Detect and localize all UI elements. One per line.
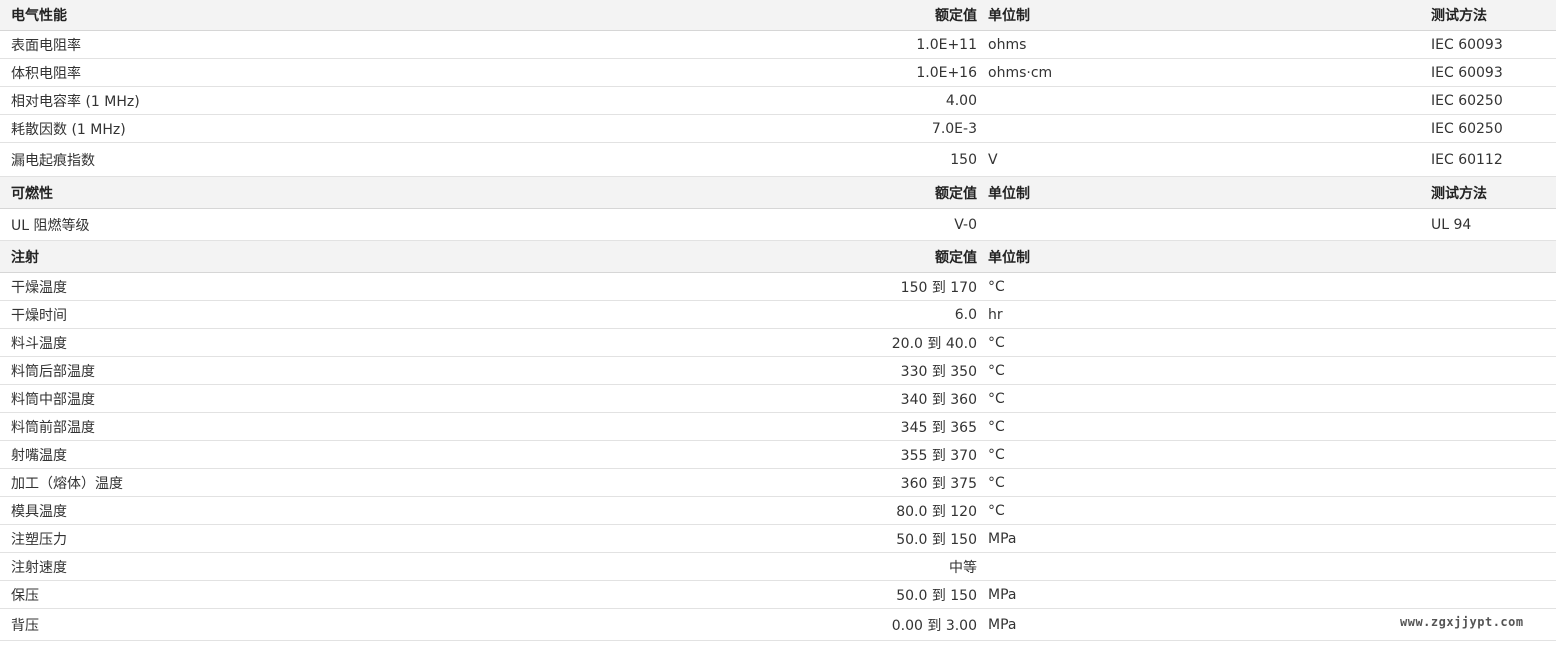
table-row: 料斗温度 20.0 到 40.0 °C bbox=[0, 329, 1556, 357]
table-row: 注塑压力 50.0 到 150 MPa bbox=[0, 525, 1556, 553]
property-name: 背压 bbox=[11, 617, 39, 634]
property-unit: °C bbox=[988, 390, 1005, 407]
test-method: UL 94 bbox=[1431, 216, 1472, 233]
table-row: 相对电容率 (1 MHz) 4.00 IEC 60250 bbox=[0, 87, 1556, 115]
test-method: IEC 60093 bbox=[1431, 64, 1503, 81]
table-row: 体积电阻率 1.0E+16 ohms·cm IEC 60093 bbox=[0, 59, 1556, 87]
property-value: 7.0E-3 bbox=[931, 120, 977, 137]
property-value: 340 到 360 bbox=[900, 391, 977, 408]
property-value: 150 到 170 bbox=[900, 279, 977, 296]
table-row: 漏电起痕指数 150 V IEC 60112 bbox=[0, 143, 1556, 177]
property-name: UL 阻燃等级 bbox=[11, 217, 90, 234]
section-title: 电气性能 bbox=[11, 8, 67, 24]
property-unit: °C bbox=[988, 362, 1005, 379]
property-unit: °C bbox=[988, 502, 1005, 519]
column-header-test: 测试方法 bbox=[1431, 185, 1487, 202]
property-value: 20.0 到 40.0 bbox=[891, 335, 977, 352]
table-row: 模具温度 80.0 到 120 °C bbox=[0, 497, 1556, 525]
property-unit: MPa bbox=[988, 586, 1017, 603]
property-value: 中等 bbox=[949, 559, 977, 576]
property-value: 6.0 bbox=[954, 306, 977, 323]
property-value: 360 到 375 bbox=[900, 475, 977, 492]
column-header-test: 测试方法 bbox=[1431, 8, 1487, 24]
property-unit: °C bbox=[988, 446, 1005, 463]
section-title: 可燃性 bbox=[11, 185, 53, 202]
property-value: 50.0 到 150 bbox=[896, 587, 977, 604]
property-value: 150 bbox=[950, 151, 977, 168]
property-value: 0.00 到 3.00 bbox=[891, 617, 977, 634]
property-name: 射嘴温度 bbox=[11, 447, 67, 464]
property-unit: V bbox=[988, 151, 998, 168]
test-method: IEC 60250 bbox=[1431, 120, 1503, 137]
property-unit: °C bbox=[988, 418, 1005, 435]
column-header-value: 额定值 bbox=[935, 185, 977, 202]
property-name: 耗散因数 (1 MHz) bbox=[11, 121, 126, 138]
column-header-unit: 单位制 bbox=[988, 8, 1030, 24]
property-value: 80.0 到 120 bbox=[896, 503, 977, 520]
property-name: 料筒中部温度 bbox=[11, 391, 95, 408]
section-header-injection: 注射 额定值 单位制 bbox=[0, 241, 1556, 273]
column-header-unit: 单位制 bbox=[988, 185, 1030, 202]
table-row: 耗散因数 (1 MHz) 7.0E-3 IEC 60250 bbox=[0, 115, 1556, 143]
section-title: 注射 bbox=[11, 249, 39, 266]
property-unit: ohms·cm bbox=[988, 64, 1053, 81]
property-name: 料筒前部温度 bbox=[11, 419, 95, 436]
test-method: IEC 60093 bbox=[1431, 36, 1503, 53]
property-name: 料斗温度 bbox=[11, 335, 67, 352]
property-unit: °C bbox=[988, 278, 1005, 295]
property-unit: MPa bbox=[988, 530, 1017, 547]
properties-table: 电气性能 额定值 单位制 测试方法 表面电阻率 1.0E+11 ohms IEC… bbox=[0, 0, 1556, 641]
table-row: 料筒中部温度 340 到 360 °C bbox=[0, 385, 1556, 413]
table-row: 背压 0.00 到 3.00 MPa bbox=[0, 609, 1556, 641]
property-value: 1.0E+11 bbox=[916, 36, 977, 53]
property-name: 干燥时间 bbox=[11, 307, 67, 324]
property-name: 料筒后部温度 bbox=[11, 363, 95, 380]
section-header-electrical: 电气性能 额定值 单位制 测试方法 bbox=[0, 0, 1556, 31]
test-method: IEC 60112 bbox=[1431, 151, 1503, 168]
property-value: 355 到 370 bbox=[900, 447, 977, 464]
table-row: UL 阻燃等级 V-0 UL 94 bbox=[0, 209, 1556, 241]
column-header-value: 额定值 bbox=[935, 8, 977, 24]
section-header-flammability: 可燃性 额定值 单位制 测试方法 bbox=[0, 177, 1556, 209]
property-name: 加工（熔体）温度 bbox=[11, 475, 123, 492]
table-row: 料筒前部温度 345 到 365 °C bbox=[0, 413, 1556, 441]
property-value: 330 到 350 bbox=[900, 363, 977, 380]
property-value: 50.0 到 150 bbox=[896, 531, 977, 548]
property-name: 体积电阻率 bbox=[11, 65, 81, 82]
property-name: 干燥温度 bbox=[11, 279, 67, 296]
property-unit: hr bbox=[988, 306, 1003, 323]
property-name: 注塑压力 bbox=[11, 531, 67, 548]
column-header-value: 额定值 bbox=[935, 249, 977, 266]
column-header-unit: 单位制 bbox=[988, 249, 1030, 266]
property-unit: °C bbox=[988, 334, 1005, 351]
property-unit: MPa bbox=[988, 616, 1017, 633]
table-row: 保压 50.0 到 150 MPa bbox=[0, 581, 1556, 609]
property-name: 表面电阻率 bbox=[11, 37, 81, 54]
table-row: 表面电阻率 1.0E+11 ohms IEC 60093 bbox=[0, 31, 1556, 59]
property-unit: ohms bbox=[988, 36, 1027, 53]
property-name: 保压 bbox=[11, 587, 39, 604]
table-row: 注射速度 中等 bbox=[0, 553, 1556, 581]
property-name: 模具温度 bbox=[11, 503, 67, 520]
property-name: 漏电起痕指数 bbox=[11, 152, 95, 169]
table-row: 干燥时间 6.0 hr bbox=[0, 301, 1556, 329]
table-row: 射嘴温度 355 到 370 °C bbox=[0, 441, 1556, 469]
test-method: IEC 60250 bbox=[1431, 92, 1503, 109]
property-name: 相对电容率 (1 MHz) bbox=[11, 93, 140, 110]
table-row: 料筒后部温度 330 到 350 °C bbox=[0, 357, 1556, 385]
table-row: 干燥温度 150 到 170 °C bbox=[0, 273, 1556, 301]
watermark-text: www.zgxjjypt.com bbox=[1400, 615, 1524, 629]
property-value: 1.0E+16 bbox=[916, 64, 977, 81]
property-name: 注射速度 bbox=[11, 559, 67, 576]
table-row: 加工（熔体）温度 360 到 375 °C bbox=[0, 469, 1556, 497]
property-unit: °C bbox=[988, 474, 1005, 491]
property-value: 4.00 bbox=[945, 92, 977, 109]
property-value: V-0 bbox=[954, 216, 977, 233]
property-value: 345 到 365 bbox=[900, 419, 977, 436]
